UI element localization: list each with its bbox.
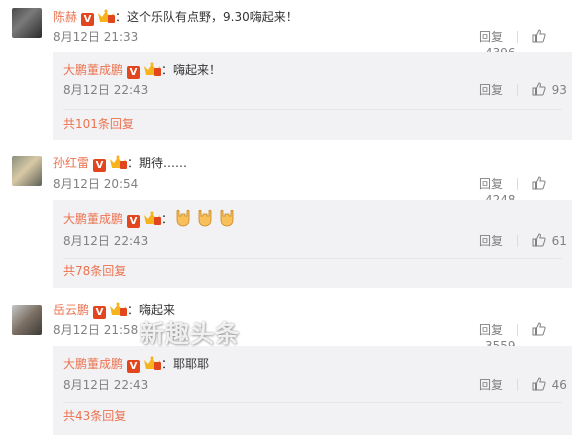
- reply-time: 8月12日 22:43: [63, 234, 149, 248]
- reply-button[interactable]: 回复: [479, 234, 503, 248]
- comment-item: 陈赫V：这个乐队有点野，9.30嗨起来！ 8月12日 21:33 回复 4396…: [0, 0, 582, 150]
- reply-username[interactable]: 大鹏董成鹏: [63, 63, 123, 77]
- verified-badge-icon: V: [127, 66, 141, 79]
- reply-button[interactable]: 回复: [479, 378, 503, 392]
- divider: [63, 109, 562, 110]
- comment-time: 8月12日 21:33: [53, 30, 139, 44]
- like-count: 61: [551, 234, 567, 248]
- comment-line: 陈赫 V ：这个乐队有点野，9.30嗨起来！: [53, 9, 298, 26]
- comment-line: 孙红雷 V ：期待……: [53, 155, 188, 172]
- reply-button[interactable]: 回复: [479, 177, 503, 191]
- crown-member-icon: [98, 9, 116, 23]
- reply-button[interactable]: 回复: [479, 83, 503, 97]
- thumbs-up-icon[interactable]: [532, 82, 546, 96]
- rock-hand-emoji: [176, 209, 190, 227]
- username[interactable]: 岳云鹏: [53, 303, 89, 317]
- reply-actions: 回复 46: [479, 377, 567, 393]
- username[interactable]: 陈赫: [53, 10, 77, 24]
- comment-time: 8月12日 20:54: [53, 177, 139, 191]
- reply-button[interactable]: 回复: [479, 323, 503, 337]
- verified-badge-icon: V: [127, 215, 141, 228]
- reply-line: 大鹏董成鹏 V ：耶耶耶: [63, 356, 210, 373]
- avatar[interactable]: [12, 8, 42, 38]
- like-count: 93: [551, 83, 567, 97]
- reply-button[interactable]: 回复: [479, 30, 503, 44]
- verified-badge-icon: V: [93, 159, 107, 172]
- verified-badge-icon: V: [93, 306, 107, 319]
- reply-box: 大鹏董成鹏 V： 8月12日 22:43 回复 61 共78条回复: [53, 200, 572, 288]
- comment-text: 这个乐队有点野，9.30嗨起来！: [127, 10, 298, 24]
- reply-time: 8月12日 22:43: [63, 378, 149, 392]
- crown-member-icon: [144, 62, 162, 76]
- avatar[interactable]: [12, 156, 42, 186]
- thumbs-up-icon[interactable]: [532, 233, 546, 247]
- rock-emoji-group: [173, 209, 239, 227]
- more-replies-link[interactable]: 共43条回复: [63, 408, 126, 424]
- reply-box: 大鹏董成鹏 V ：嗨起来！ 8月12日 22:43 回复 93 共101条回复: [53, 52, 572, 140]
- reply-text: 嗨起来！: [173, 63, 222, 77]
- reply-text: 耶耶耶: [173, 357, 210, 371]
- rock-hand-emoji: [198, 209, 212, 227]
- reply-username[interactable]: 大鹏董成鹏: [63, 212, 123, 226]
- reply-line: 大鹏董成鹏 V：: [63, 208, 239, 228]
- more-replies-link[interactable]: 共101条回复: [63, 116, 134, 132]
- reply-time: 8月12日 22:43: [63, 83, 149, 97]
- reply-actions: 回复 61: [479, 233, 567, 249]
- crown-member-icon: [110, 302, 128, 316]
- reply-username[interactable]: 大鹏董成鹏: [63, 357, 123, 371]
- username[interactable]: 孙红雷: [53, 156, 89, 170]
- crown-member-icon: [144, 211, 162, 225]
- like-count: 46: [551, 378, 567, 392]
- comment-item: 孙红雷V：期待…… 8月12日 20:54 回复 4248 大鹏董成鹏V： 8月…: [0, 148, 582, 293]
- comment-item: 岳云鹏V：嗨起来 8月12日 21:58 回复 3559 大鹏董成鹏V：耶耶耶 …: [0, 294, 582, 435]
- rock-hand-emoji: [220, 209, 234, 227]
- verified-badge-icon: V: [81, 13, 95, 26]
- thumbs-up-icon[interactable]: [532, 377, 546, 391]
- verified-badge-icon: V: [127, 360, 141, 373]
- thumbs-up-icon[interactable]: [532, 322, 546, 336]
- divider: [63, 402, 562, 403]
- thumbs-up-icon[interactable]: [532, 176, 546, 190]
- more-replies-link[interactable]: 共78条回复: [63, 263, 126, 279]
- reply-actions: 回复 93: [479, 82, 567, 98]
- divider: [63, 258, 562, 259]
- reply-line: 大鹏董成鹏 V ：嗨起来！: [63, 62, 222, 79]
- watermark: 新趣头条: [140, 320, 240, 348]
- thumbs-up-icon[interactable]: [532, 29, 546, 43]
- comment-time: 8月12日 21:58: [53, 323, 139, 337]
- comment-text: 期待……: [139, 156, 188, 170]
- crown-member-icon: [144, 356, 162, 370]
- reply-box: 大鹏董成鹏 V ：耶耶耶 8月12日 22:43 回复 46 共43条回复: [53, 346, 572, 435]
- crown-member-icon: [110, 155, 128, 169]
- avatar[interactable]: [12, 305, 42, 335]
